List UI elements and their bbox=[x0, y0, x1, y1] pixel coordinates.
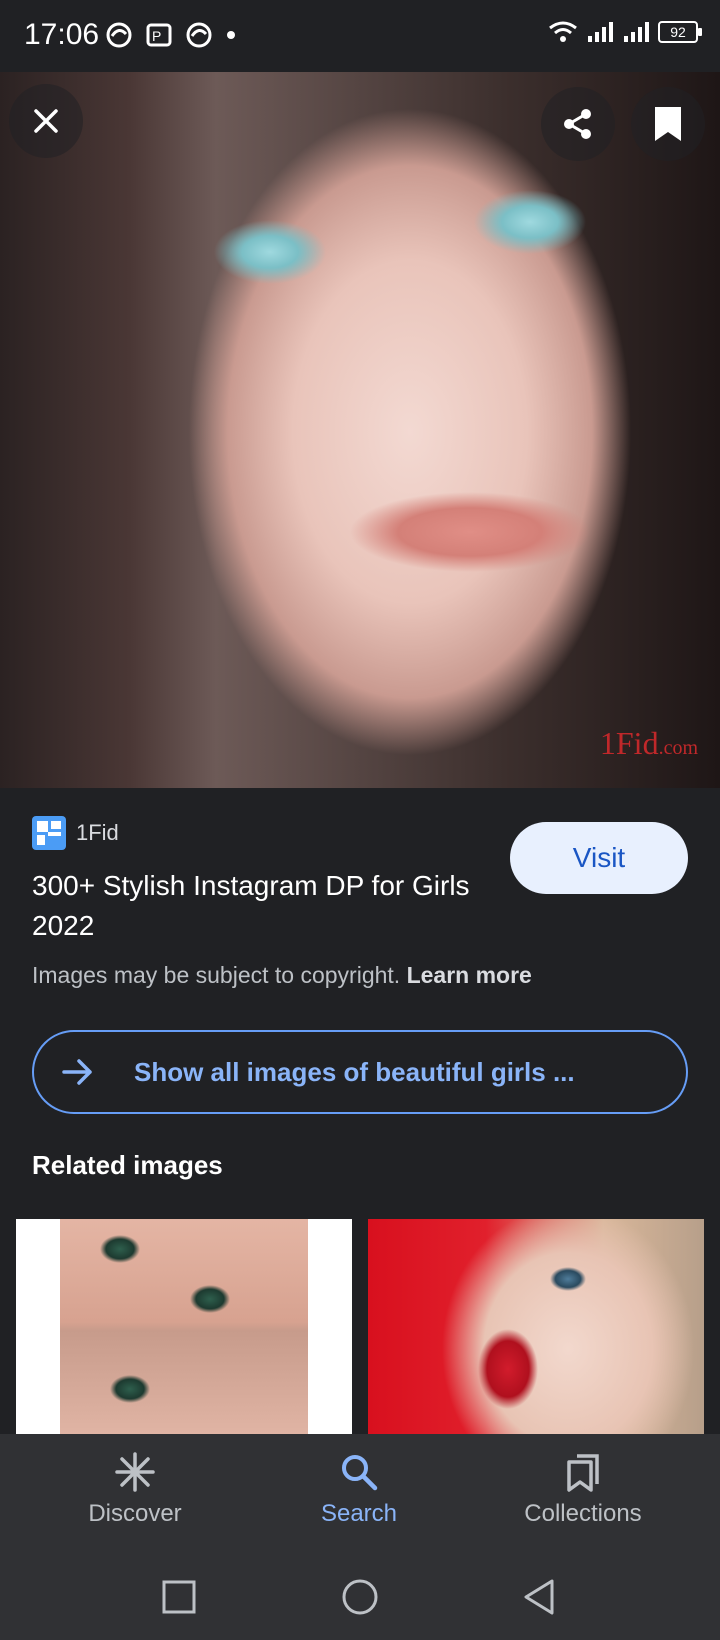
show-all-label: Show all images of beautiful girls ... bbox=[134, 1056, 575, 1087]
asterisk-icon bbox=[115, 1452, 155, 1492]
svg-text:P: P bbox=[152, 28, 161, 44]
share-button[interactable] bbox=[541, 87, 615, 161]
close-button[interactable] bbox=[9, 84, 83, 158]
source-favicon-icon bbox=[32, 816, 66, 850]
notification-app-icon bbox=[106, 22, 132, 48]
source-row[interactable]: 1Fid bbox=[32, 816, 119, 850]
parking-app-icon: P bbox=[146, 23, 172, 47]
related-image-thumbnail[interactable] bbox=[368, 1219, 704, 1434]
copyright-text: Images may be subject to copyright. bbox=[32, 962, 401, 988]
notification-app-icon bbox=[186, 22, 212, 48]
image-watermark: 1Fid.com bbox=[599, 725, 698, 761]
share-icon bbox=[564, 109, 591, 139]
show-all-images-button[interactable]: Show all images of beautiful girls ... bbox=[32, 1030, 688, 1114]
bottom-navigation: Discover Search Collections bbox=[0, 1434, 720, 1558]
status-app-icons: P bbox=[106, 22, 236, 48]
search-icon bbox=[342, 1455, 378, 1491]
related-images-heading: Related images bbox=[32, 1150, 223, 1180]
status-bar: 17:06 P 92 bbox=[0, 0, 720, 72]
recent-apps-button[interactable] bbox=[162, 1580, 196, 1614]
save-button[interactable] bbox=[631, 87, 705, 161]
arrow-right-icon bbox=[62, 1059, 92, 1085]
result-title[interactable]: 300+ Stylish Instagram DP for Girls 2022 bbox=[32, 866, 492, 946]
bookmark-icon bbox=[655, 107, 681, 141]
nav-discover[interactable]: Discover bbox=[35, 1452, 235, 1528]
close-icon bbox=[34, 109, 58, 133]
system-navigation-bar bbox=[0, 1558, 720, 1640]
home-button[interactable] bbox=[341, 1578, 379, 1616]
copyright-notice: Images may be subject to copyright. Lear… bbox=[32, 962, 532, 989]
wifi-icon bbox=[549, 21, 577, 42]
nav-search[interactable]: Search bbox=[259, 1452, 459, 1528]
nav-collections[interactable]: Collections bbox=[483, 1452, 683, 1528]
back-button[interactable] bbox=[522, 1578, 556, 1616]
source-name: 1Fid bbox=[76, 820, 119, 845]
dot-icon bbox=[227, 31, 235, 39]
nav-label: Discover bbox=[88, 1500, 182, 1527]
main-image[interactable]: 1Fid.com bbox=[0, 72, 720, 788]
battery-indicator: 92 bbox=[658, 21, 702, 43]
related-image-thumbnail[interactable] bbox=[16, 1219, 352, 1434]
related-image-content bbox=[60, 1219, 308, 1434]
signal-icon bbox=[624, 22, 649, 42]
status-indicators: 92 bbox=[548, 20, 702, 44]
visit-button[interactable]: Visit bbox=[510, 822, 688, 894]
status-time: 17:06 bbox=[24, 18, 100, 51]
signal-icon bbox=[588, 22, 613, 42]
nav-label: Collections bbox=[524, 1500, 642, 1527]
nav-label: Search bbox=[320, 1500, 398, 1527]
learn-more-link[interactable]: Learn more bbox=[407, 962, 532, 988]
collections-icon bbox=[567, 1454, 599, 1492]
